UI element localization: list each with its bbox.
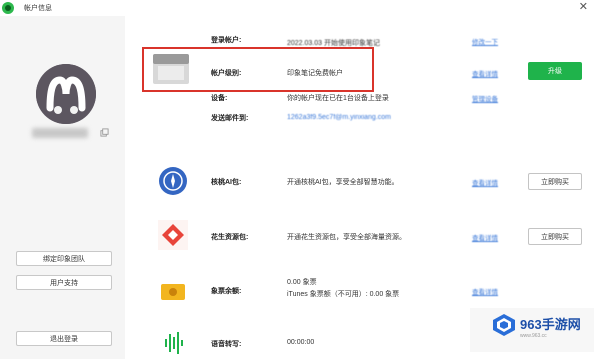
balance-value: 0.00 象票 bbox=[287, 279, 317, 286]
ai-pack-value: 开通核桃AI包，享受全部智慧功能。 bbox=[287, 179, 399, 186]
logout-button[interactable]: 退出登录 bbox=[16, 331, 112, 346]
user-support-button[interactable]: 用户支持 bbox=[16, 275, 112, 290]
red-packet-icon bbox=[158, 220, 188, 250]
title-bar: 帐户信息 ✕ bbox=[0, 0, 596, 16]
resource-pack-label: 花生资源包: bbox=[211, 234, 249, 241]
account-level-link[interactable]: 查看详情 bbox=[472, 68, 498, 78]
compass-icon bbox=[159, 167, 187, 195]
send-email-label: 发送邮件到: bbox=[211, 115, 249, 122]
watermark-text: 963手游网 bbox=[520, 317, 581, 332]
ai-pack-label: 核桃AI包: bbox=[211, 179, 242, 186]
coin-icon bbox=[161, 284, 185, 300]
balance-label: 象票余额: bbox=[211, 288, 242, 295]
resource-pack-value: 开通花生资源包，享受全部海量资源。 bbox=[287, 234, 406, 241]
voice-transcription-value: 00:00:00 bbox=[287, 339, 315, 346]
ai-pack-link[interactable]: 查看详情 bbox=[472, 177, 498, 187]
voice-transcription-label: 语音转写: bbox=[211, 341, 242, 348]
voice-icon bbox=[165, 332, 183, 354]
account-level-value: 印象笔记免费帐户 bbox=[287, 70, 343, 77]
login-account-label: 登录帐户: bbox=[211, 37, 242, 44]
resource-pack-buy-button[interactable]: 立即购买 bbox=[528, 228, 582, 245]
watermark-subtext: www.963.cc bbox=[520, 333, 547, 339]
login-account-link[interactable]: 修改一下 bbox=[472, 36, 498, 46]
app-logo-icon bbox=[2, 2, 14, 14]
sidebar: 绑定印象团队 用户支持 退出登录 bbox=[0, 16, 125, 359]
plan-card-icon bbox=[153, 54, 189, 84]
send-email-value[interactable]: 1262a3f9.5ec7f@m.yinxiang.com bbox=[287, 114, 391, 121]
close-button[interactable]: ✕ bbox=[579, 1, 588, 13]
bind-team-button[interactable]: 绑定印象团队 bbox=[16, 251, 112, 266]
balance-link[interactable]: 查看详情 bbox=[472, 286, 498, 296]
ai-pack-buy-button[interactable]: 立即购买 bbox=[528, 173, 582, 190]
watermark: 963手游网 www.963.cc bbox=[470, 308, 594, 352]
manage-devices-link[interactable]: 管理设备 bbox=[472, 93, 498, 103]
upgrade-button[interactable]: 升级 bbox=[528, 62, 582, 80]
watermark-logo-icon bbox=[493, 314, 515, 336]
devices-value: 你的帐户现在已在1台设备上登录 bbox=[287, 95, 389, 102]
username bbox=[32, 128, 88, 138]
copy-icon[interactable] bbox=[100, 128, 109, 137]
devices-label: 设备: bbox=[211, 95, 228, 102]
window-title: 帐户信息 bbox=[24, 5, 52, 12]
resource-pack-link[interactable]: 查看详情 bbox=[472, 232, 498, 242]
account-level-label: 帐户级别: bbox=[211, 70, 242, 77]
avatar[interactable] bbox=[36, 64, 96, 124]
itunes-balance-value: iTunes 象票额（不可用）: 0.00 象票 bbox=[287, 291, 400, 298]
